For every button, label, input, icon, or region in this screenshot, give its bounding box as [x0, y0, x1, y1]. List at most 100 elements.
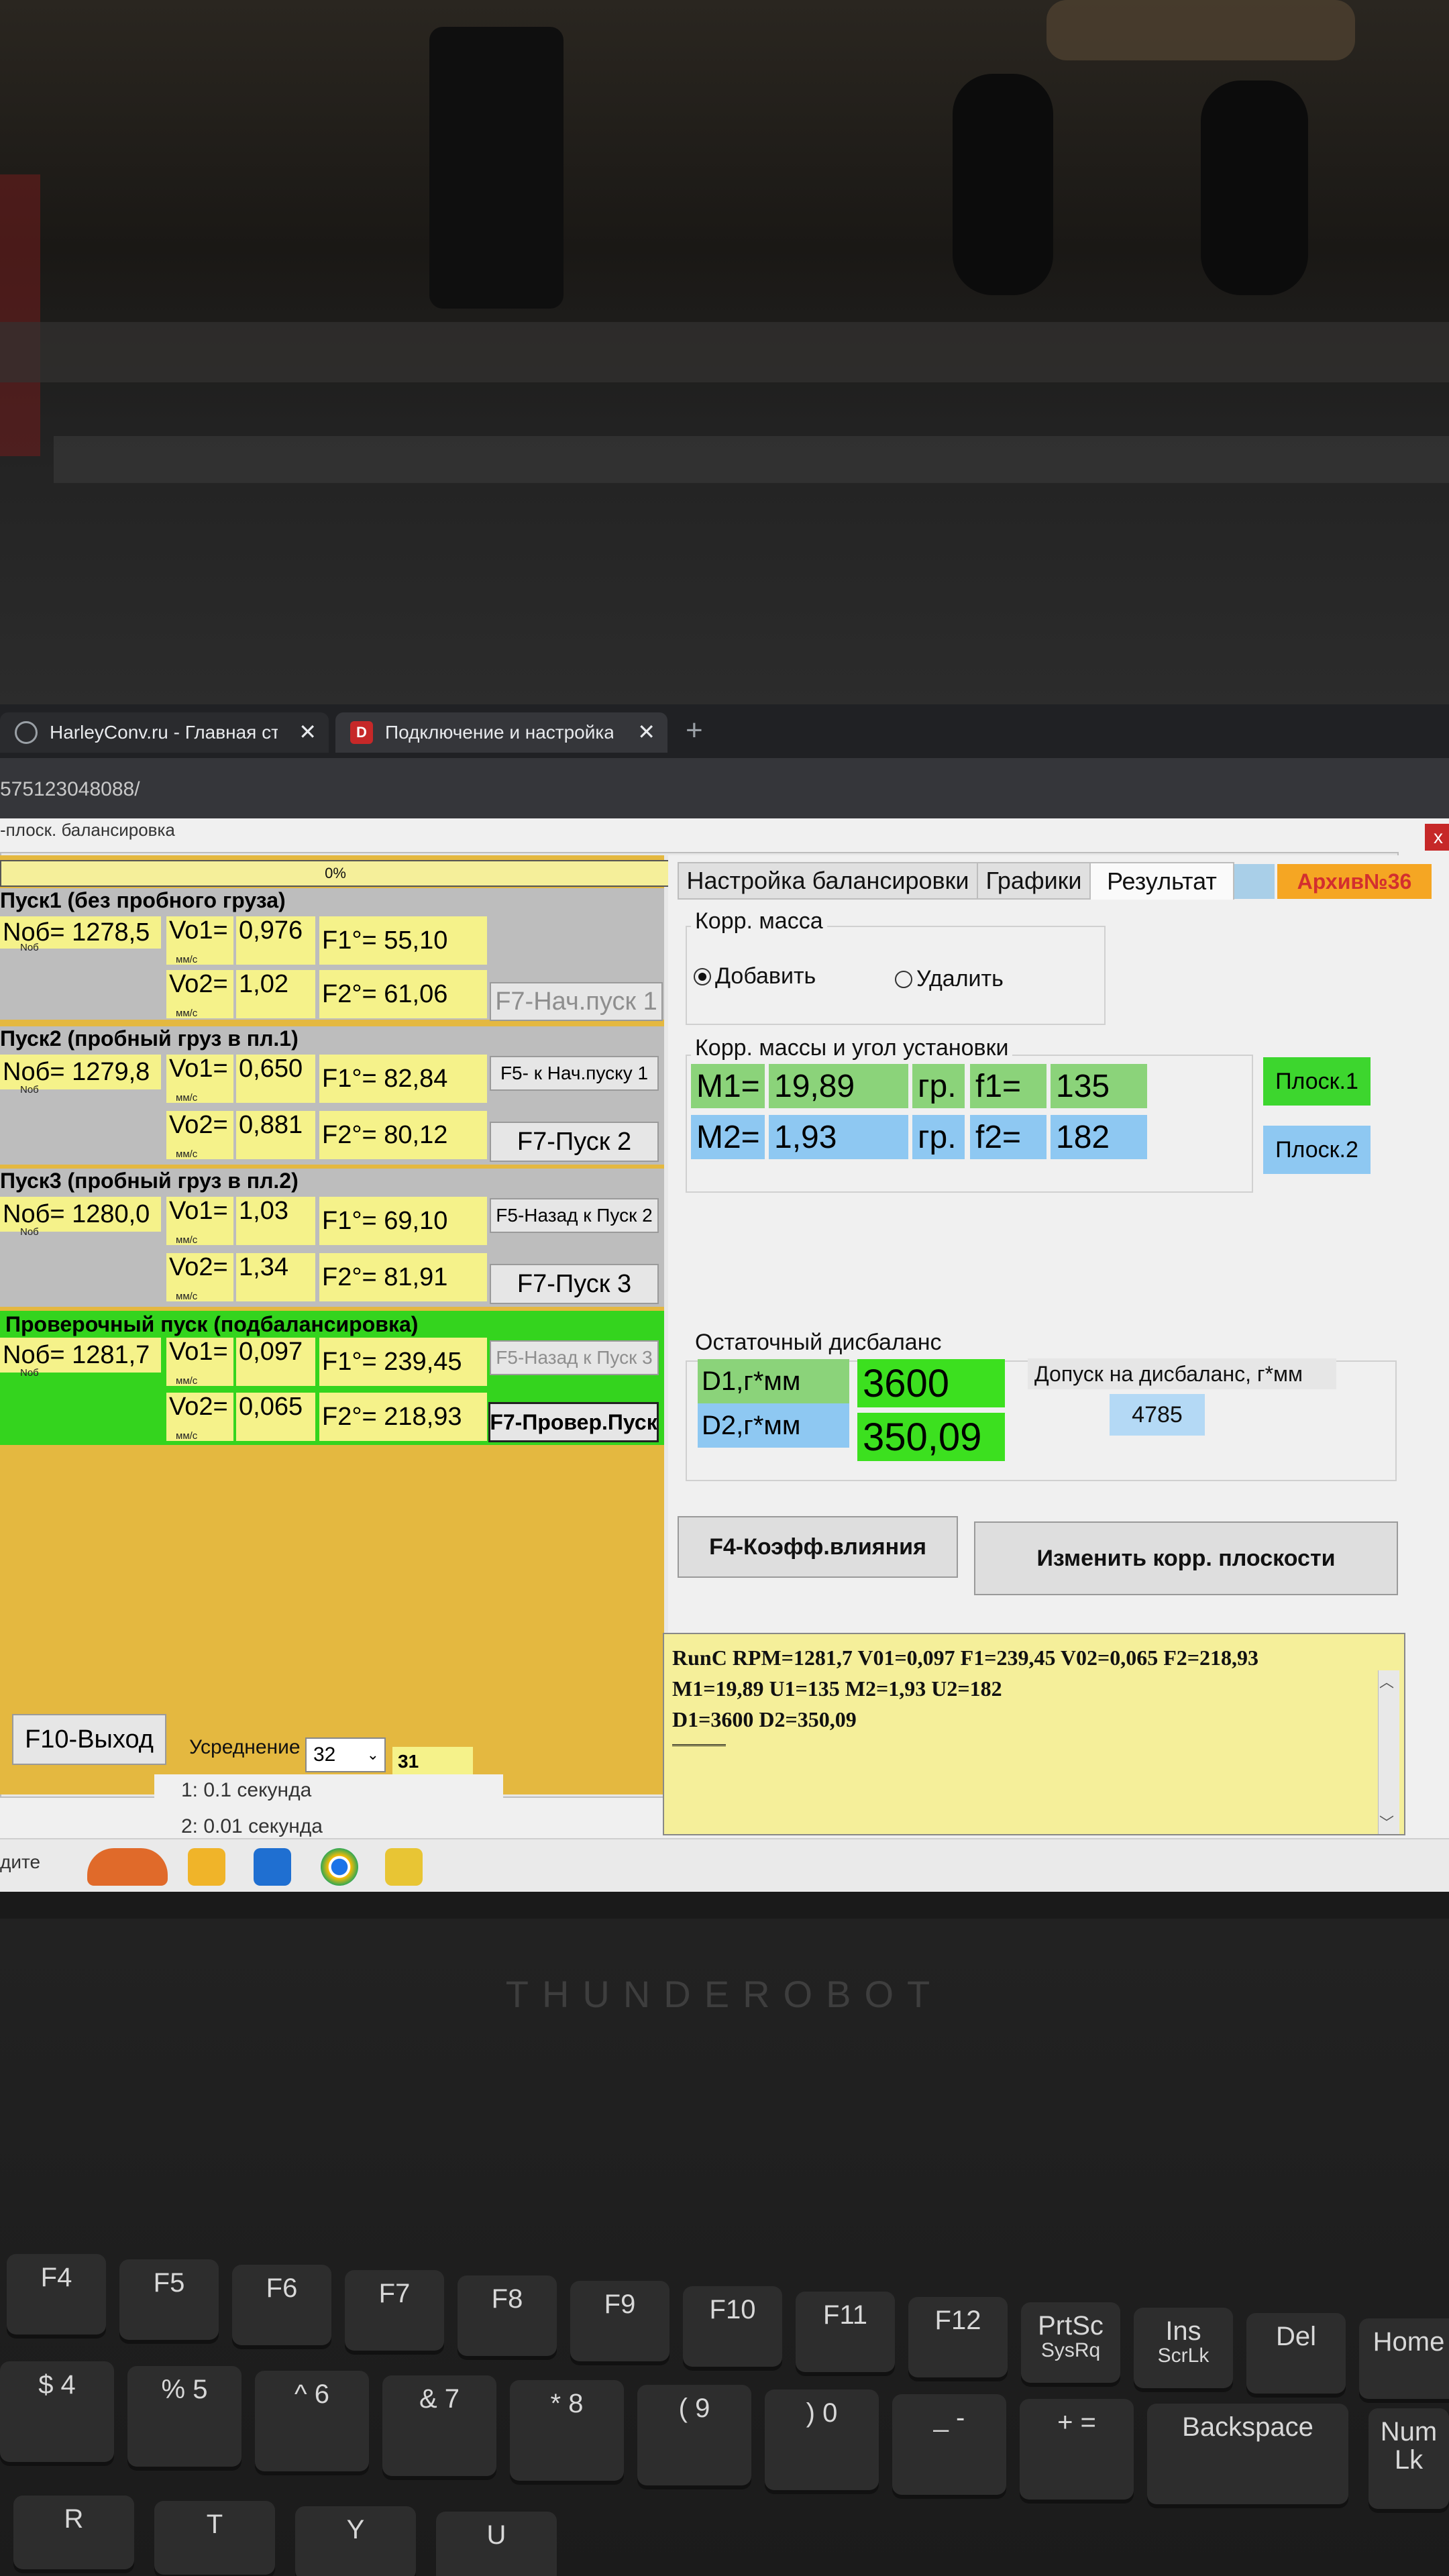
run3-title: Пуск3 (пробный груз в пл.2)	[0, 1169, 299, 1193]
check-run-button[interactable]: F7-Провер.Пуск	[488, 1402, 659, 1442]
back-to-run3-button[interactable]: F5-Назад к Пуск 3	[490, 1340, 659, 1375]
key-letter: Y	[295, 2506, 416, 2576]
key-home: Home	[1359, 2318, 1449, 2399]
key-letter: R	[13, 2496, 134, 2569]
tab-strip-filler	[1234, 864, 1275, 899]
f1-label: f1=	[970, 1064, 1046, 1108]
browser-tab-active[interactable]: D Подключение и настройка ча ✕	[335, 712, 667, 753]
averaging-select[interactable]: 32 ⌄	[305, 1737, 386, 1772]
store-icon[interactable]	[254, 1848, 291, 1886]
corr-mass-legend: Корр. масса	[691, 908, 827, 934]
url-text: 575123048088/	[0, 778, 140, 800]
check-run-group: Проверочный пуск (подбалансировка) Nоб= …	[0, 1311, 664, 1445]
add-radio[interactable]: Добавить	[694, 963, 816, 989]
key-f5: F5	[119, 2259, 219, 2340]
tab-charts[interactable]: Графики	[977, 862, 1091, 900]
taskbar-app-icon[interactable]	[87, 1848, 168, 1886]
d2-value: 350,09	[857, 1413, 1005, 1461]
background-object	[429, 27, 564, 309]
key-f12: F12	[908, 2297, 1008, 2377]
run3-f1: F1°= 69,10	[319, 1197, 487, 1245]
background-object	[1201, 80, 1308, 295]
run3-vo2: 1,34	[236, 1253, 315, 1301]
key-prtsc: PrtSc SysRq	[1021, 2302, 1120, 2383]
run2-f2: F2°= 80,12	[319, 1111, 487, 1159]
globe-icon	[15, 721, 38, 744]
log-scrollbar[interactable]	[1378, 1670, 1399, 1834]
dropdown-item[interactable]: 2: 0.01 секунда	[181, 1815, 323, 1838]
rpm-sub-label: Nоб	[20, 1367, 39, 1379]
folder-icon[interactable]	[188, 1848, 225, 1886]
key-number: ( 9	[637, 2385, 751, 2485]
averaging-label: Усреднение	[189, 1736, 301, 1758]
background-object	[0, 174, 40, 456]
start-run2-button[interactable]: F7-Пуск 2	[490, 1122, 659, 1162]
background-object	[1046, 0, 1355, 60]
tab-result[interactable]: Результат	[1089, 862, 1234, 900]
averaging-value: 32	[313, 1743, 336, 1766]
change-planes-button[interactable]: Изменить корр. плоскости	[974, 1521, 1398, 1595]
plane2-button[interactable]: Плоск.2	[1263, 1126, 1371, 1174]
log-line: RunC RPM=1281,7 V01=0,097 F1=239,45 V02=…	[672, 1646, 1258, 1670]
back-to-run2-button[interactable]: F5-Назад к Пуск 2	[490, 1198, 659, 1233]
window-close-button[interactable]: x	[1425, 824, 1449, 851]
exit-button[interactable]: F10-Выход	[12, 1714, 166, 1765]
tab-balancing-settings[interactable]: Настройка балансировки	[678, 862, 978, 900]
plane1-button[interactable]: Плоск.1	[1263, 1057, 1371, 1106]
run2-f1: F1°= 82,84	[319, 1055, 487, 1103]
dropdown-item[interactable]: 1: 0.1 секунда	[181, 1779, 311, 1802]
key-f6: F6	[232, 2265, 331, 2345]
d2-label: D2,г*мм	[698, 1403, 849, 1448]
log-line: D1=3600 D2=350,09	[672, 1707, 857, 1731]
archive-button[interactable]: Архив№36	[1277, 864, 1432, 899]
remove-radio[interactable]: Удалить	[895, 966, 1004, 992]
run1-vo2: 1,02	[236, 970, 315, 1018]
chevron-up-icon[interactable]: ︿	[1379, 1670, 1394, 1692]
tolerance-label: Допуск на дисбаланс, г*мм	[1028, 1358, 1336, 1389]
chrome-icon[interactable]	[321, 1848, 358, 1886]
run3-group: Пуск3 (пробный груз в пл.2) Nоб= 1280,0 …	[0, 1169, 664, 1307]
close-icon[interactable]: ✕	[299, 719, 317, 745]
f2-value: 182	[1051, 1115, 1147, 1159]
run1-f1: F1°= 55,10	[319, 916, 487, 965]
laptop-brand: THUNDEROBOT	[505, 1973, 944, 2015]
key-number: + =	[1020, 2399, 1134, 2500]
corr-masses-legend: Корр. массы и угол установки	[691, 1035, 1013, 1061]
chevron-down-icon[interactable]: ﹀	[1379, 1811, 1394, 1833]
influence-coef-button[interactable]: F4-Коэфф.влияния	[678, 1516, 958, 1578]
key-ins: Ins ScrLk	[1134, 2308, 1233, 2388]
balancing-app-icon[interactable]	[385, 1848, 423, 1886]
start-run1-button[interactable]: F7-Нач.пуск 1	[490, 982, 663, 1021]
add-radio-label: Добавить	[715, 963, 816, 989]
browser-tab-harleyconv[interactable]: HarleyConv.ru - Главная стран ✕	[0, 712, 329, 753]
run2-title: Пуск2 (пробный груз в пл.1)	[0, 1026, 299, 1051]
m2-label: M2=	[691, 1115, 765, 1159]
close-icon[interactable]: ✕	[637, 719, 655, 745]
tab-title: Подключение и настройка ча	[385, 722, 613, 743]
m1-value: 19,89	[769, 1064, 908, 1108]
check-f1: F1°= 239,45	[319, 1338, 487, 1386]
radio-unchecked-icon	[895, 970, 912, 988]
unit-label: мм/с	[176, 1148, 198, 1160]
run2-vo2: 0,881	[236, 1111, 315, 1159]
check-run-title: Проверочный пуск (подбалансировка)	[5, 1312, 419, 1336]
residual-legend: Остаточный дисбаланс	[691, 1330, 946, 1356]
remove-radio-label: Удалить	[916, 966, 1004, 991]
background-band	[0, 322, 1449, 382]
key-number: % 5	[127, 2366, 241, 2467]
key-number: $ 4	[0, 2361, 114, 2462]
taskbar-search-text[interactable]: дите	[0, 1851, 40, 1873]
start-run3-button[interactable]: F7-Пуск 3	[490, 1264, 659, 1304]
run2-vo1: 0,650	[236, 1055, 315, 1103]
d1-value: 3600	[857, 1359, 1005, 1407]
address-bar[interactable]	[0, 758, 1449, 818]
tolerance-value[interactable]: 4785	[1110, 1394, 1205, 1436]
unit-label: гр.	[912, 1064, 965, 1108]
f2-label: f2=	[970, 1115, 1046, 1159]
key-f7: F7	[345, 2270, 444, 2351]
unit-label: гр.	[912, 1115, 965, 1159]
unit-label: мм/с	[176, 1092, 198, 1104]
run1-title: Пуск1 (без пробного груза)	[0, 888, 286, 912]
new-tab-button[interactable]: +	[686, 714, 703, 747]
back-to-run1-button[interactable]: F5- к Нач.пуску 1	[490, 1056, 659, 1091]
